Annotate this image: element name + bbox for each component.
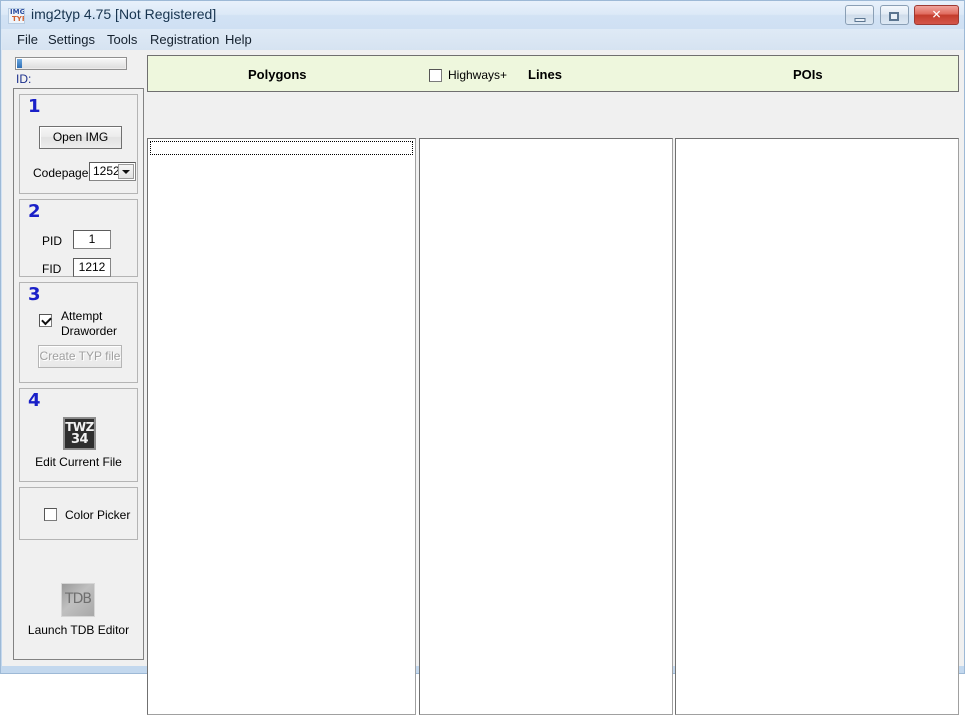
edit-current-file-label[interactable]: Edit Current File — [20, 455, 137, 469]
color-picker-label: Color Picker — [65, 508, 131, 522]
window-title: img2typ 4.75 [Not Registered] — [31, 6, 217, 22]
pois-list-panel[interactable] — [675, 138, 959, 715]
tdb-icon-text: TDB — [65, 591, 92, 607]
tdb-editor-icon[interactable]: TDB — [61, 583, 95, 617]
step-2-group: 2 PID 1 FID 1212 — [19, 199, 138, 277]
launch-tdb-editor-label[interactable]: Launch TDB Editor — [19, 623, 138, 637]
step-1-number: 1 — [28, 96, 41, 117]
menu-item-tools[interactable]: Tools — [101, 31, 143, 48]
step-4-group: 4 TWZ 34 Edit Current File — [19, 388, 138, 482]
column-header-bar: Polygons Highways+ Lines POIs — [147, 55, 959, 92]
step-4-number: 4 — [28, 390, 41, 411]
tdb-launcher-group: TDB Launch TDB Editor — [19, 549, 138, 655]
fid-label: FID — [42, 262, 62, 276]
progress-bar — [15, 57, 127, 70]
step-2-number: 2 — [28, 201, 41, 222]
pid-field[interactable]: 1 — [73, 230, 111, 249]
highways-plus-label: Highways+ — [448, 68, 508, 82]
close-icon: ✕ — [931, 7, 942, 22]
minimize-icon — [854, 18, 866, 22]
twz-editor-icon[interactable]: TWZ 34 — [63, 417, 96, 450]
menu-bar: File Settings Tools Registration Help — [2, 29, 964, 50]
pois-header-label: POIs — [793, 67, 823, 82]
maximize-button[interactable] — [879, 5, 909, 25]
step-1-group: 1 Open IMG Codepage 1252 — [19, 94, 138, 194]
id-label: ID: — [16, 72, 32, 86]
attempt-draworder-checkbox[interactable] — [39, 314, 52, 327]
color-picker-group: Color Picker — [19, 487, 138, 540]
title-bar: IMG TYP img2typ 4.75 [Not Registered] ✕ — [1, 1, 964, 29]
step-3-group: 3 Attempt Draworder Create TYP file — [19, 282, 138, 383]
pid-label: PID — [42, 234, 63, 248]
attempt-draworder-label-line1: Attempt — [61, 309, 103, 323]
highways-plus-checkbox[interactable] — [429, 69, 442, 82]
polygons-header-label: Polygons — [248, 67, 307, 82]
open-img-button[interactable]: Open IMG — [39, 126, 122, 149]
lines-list-panel[interactable] — [419, 138, 673, 715]
menu-item-registration[interactable]: Registration — [144, 31, 225, 48]
menu-item-file[interactable]: File — [11, 31, 44, 48]
menu-item-settings[interactable]: Settings — [42, 31, 101, 48]
codepage-value: 1252 — [93, 164, 120, 178]
sidebar: 1 Open IMG Codepage 1252 2 PID 1 FID 121… — [13, 88, 144, 660]
color-picker-checkbox[interactable] — [44, 508, 57, 521]
chevron-down-icon[interactable] — [118, 164, 134, 179]
close-button[interactable]: ✕ — [914, 5, 959, 25]
progress-fill — [17, 59, 22, 68]
polygons-list-panel[interactable] — [147, 138, 416, 715]
menu-item-help[interactable]: Help — [219, 31, 258, 48]
maximize-icon — [889, 12, 900, 21]
polygons-focus-rect — [150, 141, 413, 155]
twz-icon-line2: 34 — [70, 432, 89, 447]
app-icon-line2: TYP — [12, 15, 24, 23]
step-3-number: 3 — [28, 284, 41, 305]
create-typ-file-button[interactable]: Create TYP file — [38, 345, 122, 368]
client-area: ID: 1 Open IMG Codepage 1252 2 PID 1 FID… — [2, 50, 964, 715]
fid-field[interactable]: 1212 — [73, 258, 111, 277]
lines-header-label: Lines — [528, 67, 562, 82]
minimize-button[interactable] — [845, 5, 875, 25]
codepage-select[interactable]: 1252 — [89, 162, 136, 181]
img2typ-app-icon: IMG TYP — [8, 8, 25, 24]
codepage-label: Codepage — [33, 166, 89, 180]
attempt-draworder-label-line2: Draworder — [61, 324, 118, 338]
window-controls: ✕ — [844, 5, 959, 26]
application-window: IMG TYP img2typ 4.75 [Not Registered] ✕ … — [0, 0, 965, 715]
progress-track — [22, 59, 125, 68]
